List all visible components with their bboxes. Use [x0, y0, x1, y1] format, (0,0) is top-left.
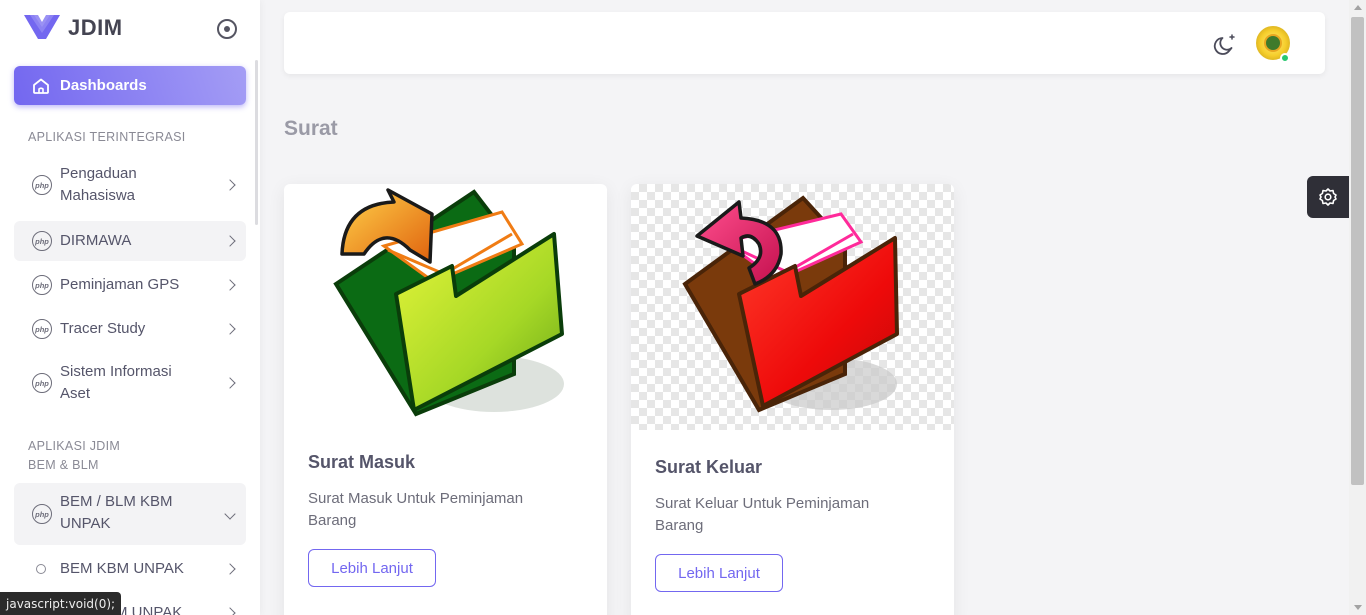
sidebar-item-label: BEM / BLM KBM UNPAK: [60, 493, 173, 532]
page-scrollbar[interactable]: [1349, 0, 1366, 615]
card-surat-keluar: Surat Keluar Surat Keluar Untuk Peminjam…: [631, 184, 954, 615]
lebih-lanjut-button[interactable]: Lebih Lanjut: [308, 549, 436, 587]
sidebar-item-label: Tracer Study: [60, 320, 146, 337]
sidebar-item-sistem-informasi-aset[interactable]: php Sistem Informasi Aset: [14, 361, 246, 405]
section-header-terintegrasi: APLIKASI TERINTEGRASI: [28, 130, 186, 144]
chevron-right-icon: [224, 179, 236, 191]
toggle-dot-icon: [224, 26, 230, 32]
sidebar: JDIM Dashboards APLIKASI TERINTEGRASI ph…: [0, 0, 260, 615]
outbox-folder-illustration: [682, 195, 899, 413]
scrollbar-thumb[interactable]: [1351, 17, 1364, 485]
sidebar-item-tracer-study[interactable]: php Tracer Study: [14, 309, 246, 349]
university-logo: [1264, 34, 1282, 52]
page-title: Surat: [284, 117, 338, 140]
gear-icon: [1319, 188, 1337, 206]
sidebar-item-label: Sistem Informasi Aset: [60, 363, 172, 402]
scroll-up-arrow-icon[interactable]: [1354, 5, 1362, 10]
chevron-right-icon: [224, 279, 236, 291]
sidebar-item-label: DIRMAWA: [60, 232, 132, 249]
sidebar-item-label: Pengaduan Mahasiswa: [60, 165, 137, 204]
card-surat-masuk: Surat Masuk Surat Masuk Untuk Peminjaman…: [284, 184, 607, 615]
sidebar-item-bem-kbm-unpak[interactable]: BEM KBM UNPAK: [14, 549, 246, 589]
circle-icon: [36, 564, 46, 574]
card-title: Surat Masuk: [308, 452, 416, 472]
online-status-badge: [1280, 53, 1290, 63]
sidebar-item-bem-blm[interactable]: php BEM / BLM KBM UNPAK: [14, 483, 246, 545]
php-icon: php: [32, 319, 52, 339]
brand-name: JDIM: [68, 15, 123, 40]
inbox-folder-illustration: [333, 188, 564, 417]
home-icon: [33, 78, 49, 94]
chevron-right-icon: [224, 377, 236, 389]
theme-customizer-button[interactable]: [1307, 176, 1349, 218]
sidebar-collapse-toggle[interactable]: [217, 19, 237, 39]
chevron-right-icon: [224, 235, 236, 247]
brand[interactable]: JDIM: [24, 14, 123, 42]
chevron-right-icon: [224, 563, 236, 575]
sidebar-item-peminjaman-gps[interactable]: php Peminjaman GPS: [14, 265, 246, 305]
sidebar-item-dirmawa[interactable]: php DIRMAWA: [14, 221, 246, 261]
php-icon: php: [32, 231, 52, 251]
chevron-right-icon: [224, 607, 236, 615]
scroll-down-arrow-icon[interactable]: [1354, 605, 1362, 610]
chevron-down-icon: [224, 508, 236, 520]
card-title: Surat Keluar: [655, 457, 763, 477]
sidebar-item-label: BEM KBM UNPAK: [60, 560, 184, 577]
php-icon: php: [32, 504, 52, 524]
lebih-lanjut-button[interactable]: Lebih Lanjut: [655, 554, 783, 592]
brand-logo-icon: [24, 15, 60, 39]
moon-icon[interactable]: [1213, 31, 1239, 57]
sidebar-scrollbar[interactable]: [255, 60, 258, 225]
top-navbar: [284, 12, 1325, 74]
php-icon: php: [32, 175, 52, 195]
card-description: Surat Masuk Untuk Peminjaman Barang: [308, 490, 524, 529]
sidebar-item-label: Dashboards: [60, 77, 147, 94]
sidebar-item-pengaduan[interactable]: php Pengaduan Mahasiswa: [14, 163, 246, 207]
php-icon: php: [32, 275, 52, 295]
php-icon: php: [32, 373, 52, 393]
browser-status-bar: javascript:void(0);: [0, 592, 122, 615]
chevron-right-icon: [224, 323, 236, 335]
card-description: Surat Keluar Untuk Peminjaman Barang: [655, 495, 870, 534]
section-header-jdim: APLIKASI JDIM BEM & BLM: [28, 439, 121, 472]
sidebar-item-label: Peminjaman GPS: [60, 276, 180, 293]
sidebar-item-dashboards[interactable]: Dashboards: [14, 66, 246, 105]
